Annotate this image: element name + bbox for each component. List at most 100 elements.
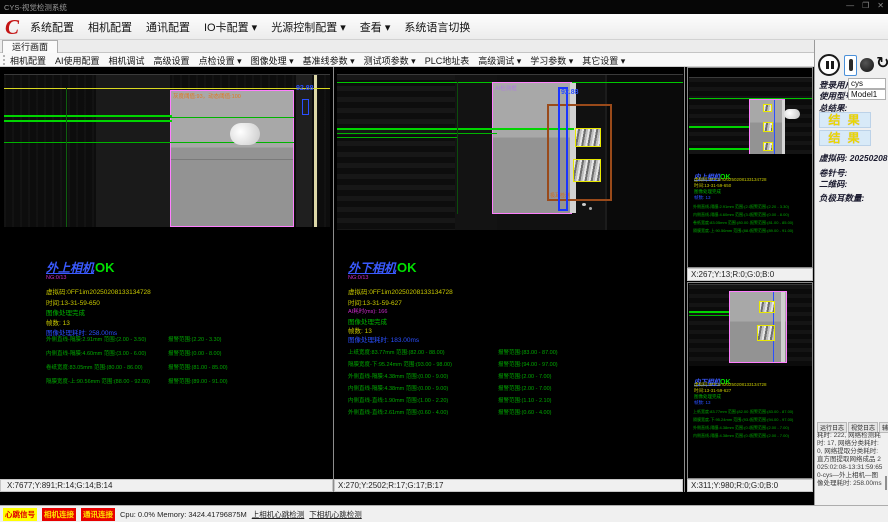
measurement-value: 隔膜宽度-上:90.56mm 范围:(88.00 - 92.00) (693, 228, 750, 234)
camera4-image[interactable] (689, 284, 812, 366)
camera1-title: 外上相机 (46, 261, 94, 275)
toolbar-items: 相机配置 AI使用配置 相机调试 高级设置 点检设置 ▾ 图像处理 ▾ 基准线参… (10, 53, 625, 67)
measurement-value: 隔膜宽度-下:95.24mm 范围:(93.00 - 98.00) (348, 360, 498, 368)
camera1-coords-strip: X:7677;Y:891;R:14;G:14;B:14 (0, 479, 333, 492)
alarm-range: 报警范围:(2.20 - 3.30) (750, 204, 808, 210)
login-user-value[interactable]: cys (848, 78, 886, 89)
machinery-column (296, 75, 312, 227)
green-guide-line (4, 120, 172, 122)
camera1-ng-line: NG:0/13 (46, 275, 66, 281)
cpu-memory-readout: Cpu: 0.0% Memory: 3424.41796875M (120, 510, 247, 519)
toolbar-spotcheck-settings[interactable]: 点检设置 ▾ (199, 54, 242, 67)
measure-marker (774, 100, 775, 154)
measurement-value: 内侧直线-隔膜:4.60mm 范围:(3.00 - 6.00) (693, 212, 750, 218)
minimize-button[interactable]: — (846, 1, 854, 10)
green-guide-line (337, 133, 497, 134)
log-scrollbar[interactable] (885, 476, 887, 490)
alarm-range: 报警范围:(2.00 - 7.00) (498, 372, 618, 380)
toolbar-test-params[interactable]: 测试项参数 ▾ (364, 54, 416, 67)
log-text: 耗时: 222, 网络检测耗时: 17, 网络分类耗时: 0, 网络提取分类耗时… (817, 432, 883, 494)
toolbar-grip[interactable] (3, 55, 5, 65)
alarm-range: 报警范围:(0.60 - 4.00) (498, 408, 618, 416)
camera1-time: 时间:13-31-59-650 (46, 297, 100, 307)
camera3-frames: 帧数: 13 (694, 195, 809, 201)
sidebar: ↻ 登录用户: cys 使用型号: Model1 总结果: 结 果 结 果 虚拟… (814, 40, 888, 505)
measurement-row: 内侧直线-隔膜:4.38mm 范围:(0.00 - 9.00)报警范围:(2.0… (693, 433, 808, 439)
toolbar-baseline-params[interactable]: 基准线参数 ▾ (303, 54, 355, 67)
green-guide-line (4, 115, 172, 117)
alarm-range: 报警范围:(81.00 - 85.00) (750, 220, 808, 226)
measurement-row: 卷纸宽度:83.05mm 范围:(80.00 - 86.00)报警范围:(81.… (693, 220, 808, 226)
menu-light-config[interactable]: 光源控制配置 ▾ (271, 19, 346, 35)
speckle (582, 203, 586, 206)
alarm-range: 报警范围:(94.00 - 97.00) (750, 417, 808, 423)
tab-box (759, 301, 775, 313)
measurement-value: 内侧直线-直线:1.90mm 范围:(1.00 - 2.20) (348, 396, 498, 404)
tabstrip: 运行画面 (0, 40, 888, 53)
refresh-icon[interactable]: ↻ (876, 53, 888, 73)
toolbar-camera-config[interactable]: 相机配置 (10, 54, 46, 67)
measurement-value: 隔膜宽度-上:90.56mm 范围:(88.00 - 92.00) (46, 377, 168, 385)
measurement-row: 隔膜宽度-下:95.24mm 范围:(93.00 - 98.00)报警范围:(9… (693, 417, 808, 423)
menu-language-switch[interactable]: 系统语言切换 (404, 19, 470, 35)
measurement-value: 上纸宽度:83.77mm 范围:(82.00 - 88.00) (348, 348, 498, 356)
tab-box (573, 159, 601, 182)
lower-camera-heartbeat-link[interactable]: 下相机心跳检测 (309, 509, 362, 520)
camera1-image[interactable]: 灰度阈值:93，动态阈值:100 92.88 (4, 74, 330, 227)
alarm-range: 报警范围:(2.00 - 7.00) (498, 384, 618, 392)
camera2-coords-strip: X:270;Y:2502;R:17;G:17;B:17 (334, 479, 683, 492)
upper-camera-heartbeat-link[interactable]: 上相机心跳检测 (252, 509, 305, 520)
camera3-image[interactable] (689, 77, 812, 154)
camera1-done: 图像处理完成 (46, 307, 85, 317)
toolbar-image-processing[interactable]: 图像处理 ▾ (251, 54, 294, 67)
toolbar-ai-config[interactable]: AI使用配置 (55, 54, 100, 67)
toolbar-advanced-settings[interactable]: 高级设置 (154, 54, 190, 67)
toolbar-plc-table[interactable]: PLC地址表 (425, 54, 470, 67)
menubar: C 系统配置 相机配置 通讯配置 IO卡配置 ▾ 光源控制配置 ▾ 查看 ▾ 系… (0, 14, 888, 40)
model-value[interactable]: Model1 (848, 89, 886, 100)
toolbar-other-settings[interactable]: 其它设置 ▾ (582, 54, 625, 67)
measure-value-label: 92.88 (296, 85, 314, 92)
toolbar-learning-params[interactable]: 学习参数 ▾ (530, 54, 573, 67)
menu-camera-config[interactable]: 相机配置 (88, 19, 132, 35)
tab-box (763, 122, 773, 132)
camera2-image[interactable]: AI检测框 极耳检测 92.88 (337, 74, 683, 230)
toolbar: 相机配置 AI使用配置 相机调试 高级设置 点检设置 ▾ 图像处理 ▾ 基准线参… (0, 53, 814, 67)
measure-marker (302, 99, 309, 115)
tab-run-screen[interactable]: 运行画面 (2, 40, 58, 53)
green-guide-line (689, 315, 729, 316)
menu-items: 系统配置 相机配置 通讯配置 IO卡配置 ▾ 光源控制配置 ▾ 查看 ▾ 系统语… (30, 14, 470, 40)
menu-system-config[interactable]: 系统配置 (30, 19, 74, 35)
camera1-barcode: 虚拟码:0FF1im20250208133134728 (46, 286, 151, 296)
alarm-range: 报警范围:(89.00 - 91.00) (750, 228, 808, 234)
camera2-ng-line: NG:0/13 (348, 275, 368, 281)
menu-io-config[interactable]: IO卡配置 ▾ (204, 19, 257, 35)
camera-connection-badge: 相机连接 (42, 508, 76, 521)
measurement-value: 内侧直线-隔膜:4.38mm 范围:(0.00 - 9.00) (693, 433, 750, 439)
alarm-range: 报警范围:(1.10 - 2.10) (498, 396, 618, 404)
green-guide-line (689, 126, 749, 128)
bright-edge (781, 292, 785, 362)
close-button[interactable]: ✕ (877, 1, 884, 10)
measurement-row: 内侧直线-隔膜:4.60mm 范围:(3.00 - 6.00)报警范围:(0.0… (693, 212, 808, 218)
alarm-range: 报警范围:(0.00 - 8.00) (750, 212, 808, 218)
toolbar-advanced-debug[interactable]: 高级调试 ▾ (478, 54, 521, 67)
settings-button[interactable] (860, 58, 874, 72)
alarm-range: 报警范围:(94.00 - 97.00) (498, 360, 618, 368)
menu-view[interactable]: 查看 ▾ (360, 19, 391, 35)
green-guide-line (337, 137, 457, 138)
camera-toggle-button[interactable] (844, 55, 857, 76)
measure-marker (558, 87, 568, 211)
roller (230, 123, 260, 145)
green-vertical-line (457, 82, 458, 214)
virtual-code-caption: 虚拟码: (819, 153, 847, 163)
camera1-status: OK (95, 260, 115, 275)
app-logo-icon: C (5, 15, 19, 40)
camera3-coords-strip: X:267;Y:13;R:0;G:0;B:0 (687, 268, 813, 281)
measurement-row: 隔膜宽度-上:90.56mm 范围:(88.00 - 92.00)报警范围:(8… (46, 377, 288, 385)
measurement-value: 外侧直线-隔膜:2.91mm 范围:(2.00 - 3.50) (693, 204, 750, 210)
menu-comm-config[interactable]: 通讯配置 (146, 19, 190, 35)
pause-button[interactable] (818, 54, 840, 76)
maximize-button[interactable]: ❐ (862, 1, 869, 10)
toolbar-camera-debug[interactable]: 相机调试 (109, 54, 145, 67)
